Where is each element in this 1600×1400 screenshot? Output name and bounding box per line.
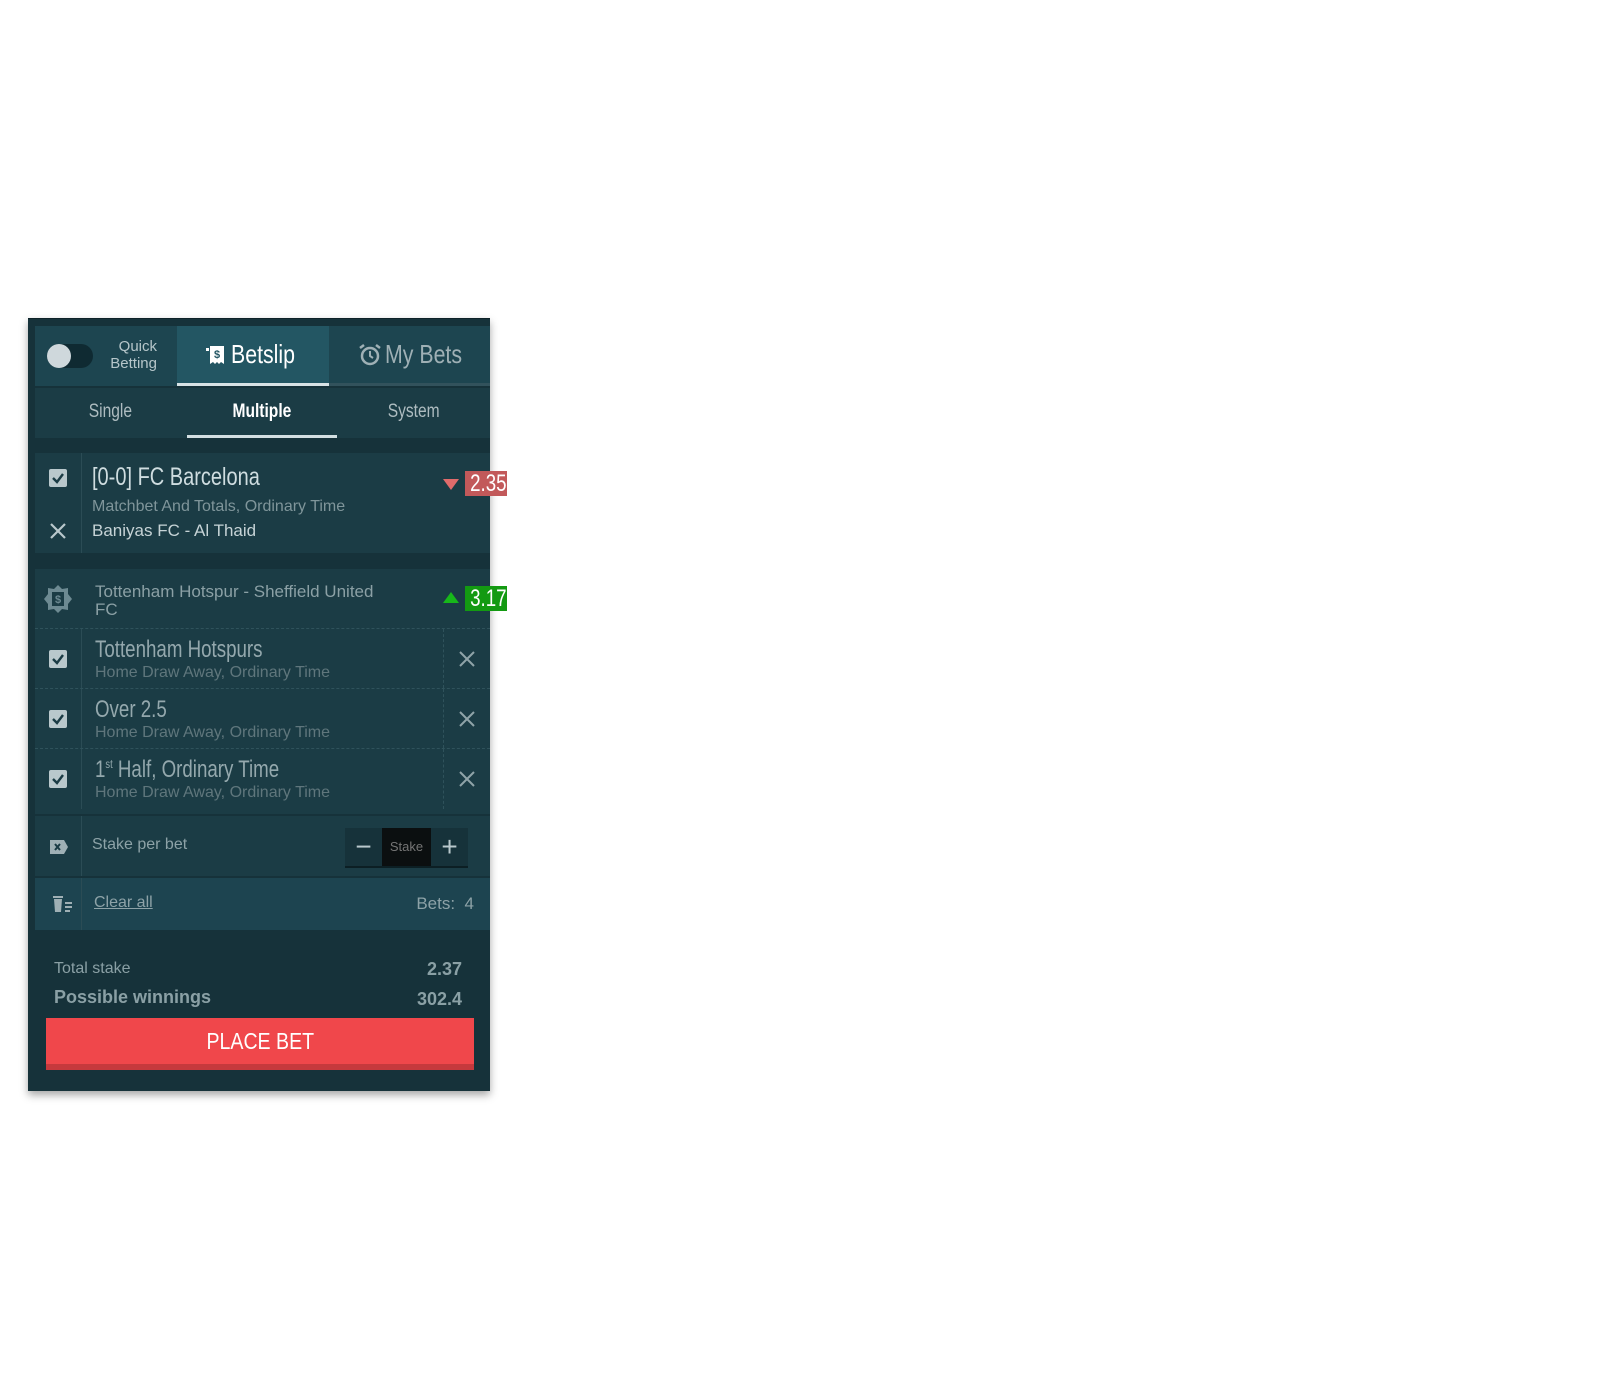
stake-stepper: − + (345, 828, 468, 868)
betslip-header: Quick Betting $ Betslip My Bets (35, 326, 490, 386)
group-odds: 3.17 (465, 586, 507, 611)
odds-down-arrow-icon (443, 479, 459, 490)
selection-card: [0-0] FC Barcelona 2.35 Matchbet And Tot… (35, 453, 507, 553)
stake-sidebar (35, 816, 82, 876)
leg-title: Tottenham Hotspurs (95, 636, 263, 663)
leg-title-text: Half, Ordinary Time (117, 756, 280, 783)
clear-all-link[interactable]: Clear all (94, 894, 153, 912)
selection-title: [0-0] FC Barcelona (92, 463, 260, 491)
leg-remove-area (443, 629, 490, 688)
leg-checkbox[interactable] (49, 770, 67, 788)
remove-leg-icon[interactable] (457, 709, 477, 729)
quick-betting-label-line1: Quick (118, 338, 157, 355)
quick-betting-label: Quick Betting (97, 338, 157, 372)
leg-sidebar (35, 689, 82, 748)
group-event-title: Tottenham Hotspur - Sheffield United FC (95, 582, 374, 619)
selection-odds: 2.35 (465, 471, 507, 496)
betslip-panel: Quick Betting $ Betslip My Bets Single M… (28, 318, 507, 1091)
leg-title-prefix: 1 (95, 756, 106, 783)
svg-text:$: $ (55, 594, 61, 606)
bets-count-value: 4 (464, 894, 474, 913)
selection-event: Baniyas FC - Al Thaid (92, 521, 257, 540)
possible-winnings-value: 302.4 (416, 989, 462, 1009)
tab-betslip-label: Betslip (231, 339, 295, 369)
stake-decrease-button[interactable]: − (345, 828, 382, 868)
leg-remove-area (443, 749, 490, 809)
tab-single-label: Single (88, 401, 132, 422)
stake-per-bet-label: Stake per bet (92, 836, 188, 853)
bet-builder-group: $ Tottenham Hotspur - Sheffield United F… (35, 569, 507, 814)
toggle-knob (47, 344, 71, 368)
clear-all-row: Clear all Bets: 4 (35, 878, 490, 930)
selection-market: Matchbet And Totals, Ordinary Time (92, 498, 346, 515)
group-leg: Over 2.5 Home Draw Away, Ordinary Time (35, 689, 490, 749)
remove-leg-icon[interactable] (457, 769, 477, 789)
svg-text:$: $ (214, 349, 220, 361)
leg-checkbox[interactable] (49, 710, 67, 728)
stake-increase-button[interactable]: + (431, 828, 468, 868)
place-bet-button[interactable]: PLACE BET (46, 1018, 474, 1070)
group-odds-value: 3.17 (470, 585, 507, 612)
tab-single[interactable]: Single (35, 388, 185, 438)
selection-sidebar (35, 453, 82, 553)
selection-odds-value: 2.35 (470, 470, 507, 497)
leg-market: Home Draw Away, Ordinary Time (95, 724, 331, 741)
quick-betting-label-line2: Betting (110, 355, 157, 372)
leg-title-sup: st (105, 757, 113, 771)
place-bet-label: PLACE BET (206, 1027, 314, 1054)
total-stake-value: 2.37 (426, 959, 462, 979)
leg-checkbox[interactable] (49, 650, 67, 668)
stake-row: Stake per bet − + (35, 816, 490, 876)
selection-checkbox[interactable] (49, 469, 67, 487)
tab-my-bets[interactable]: My Bets (329, 326, 490, 386)
bet-builder-icon: $ (44, 585, 72, 613)
trash-icon[interactable] (51, 894, 73, 914)
total-stake-label: Total stake (54, 960, 131, 977)
checkmark-icon (52, 473, 64, 484)
bets-count-label: Bets: (416, 894, 456, 913)
tab-multiple-label: Multiple (232, 401, 292, 422)
bets-count: Bets: 4 (416, 894, 474, 914)
remove-leg-icon[interactable] (457, 649, 477, 669)
odds-up-arrow-icon (443, 592, 459, 603)
leg-remove-area (443, 689, 490, 748)
leg-sidebar (35, 749, 82, 809)
group-leg: Tottenham Hotspurs Home Draw Away, Ordin… (35, 629, 490, 689)
checkmark-icon (52, 714, 64, 725)
tab-my-bets-label: My Bets (385, 339, 463, 369)
clear-stake-icon[interactable] (49, 838, 69, 856)
alarm-clock-icon (359, 344, 381, 366)
quick-betting-toggle[interactable] (47, 344, 93, 368)
checkmark-icon (52, 654, 64, 665)
leg-sidebar (35, 629, 82, 688)
possible-winnings-label: Possible winnings (54, 987, 212, 1007)
leg-title: Over 2.5 (95, 696, 167, 723)
stake-input[interactable] (382, 828, 431, 868)
clear-sidebar (35, 878, 82, 930)
tab-multiple[interactable]: Multiple (187, 388, 337, 438)
leg-market: Home Draw Away, Ordinary Time (95, 784, 331, 801)
group-header: $ Tottenham Hotspur - Sheffield United F… (35, 569, 507, 629)
tab-system[interactable]: System (339, 388, 489, 438)
leg-market: Home Draw Away, Ordinary Time (95, 664, 331, 681)
bet-type-tabs: Single Multiple System (35, 388, 490, 438)
group-leg: 1st Half, Ordinary Time Home Draw Away, … (35, 749, 490, 809)
betslip-icon: $ (206, 346, 224, 364)
checkmark-icon (52, 774, 64, 785)
tab-system-label: System (388, 401, 440, 422)
leg-title: 1st Half, Ordinary Time (95, 756, 279, 784)
remove-selection-icon[interactable] (48, 521, 68, 541)
tab-betslip[interactable]: $ Betslip (177, 326, 329, 386)
